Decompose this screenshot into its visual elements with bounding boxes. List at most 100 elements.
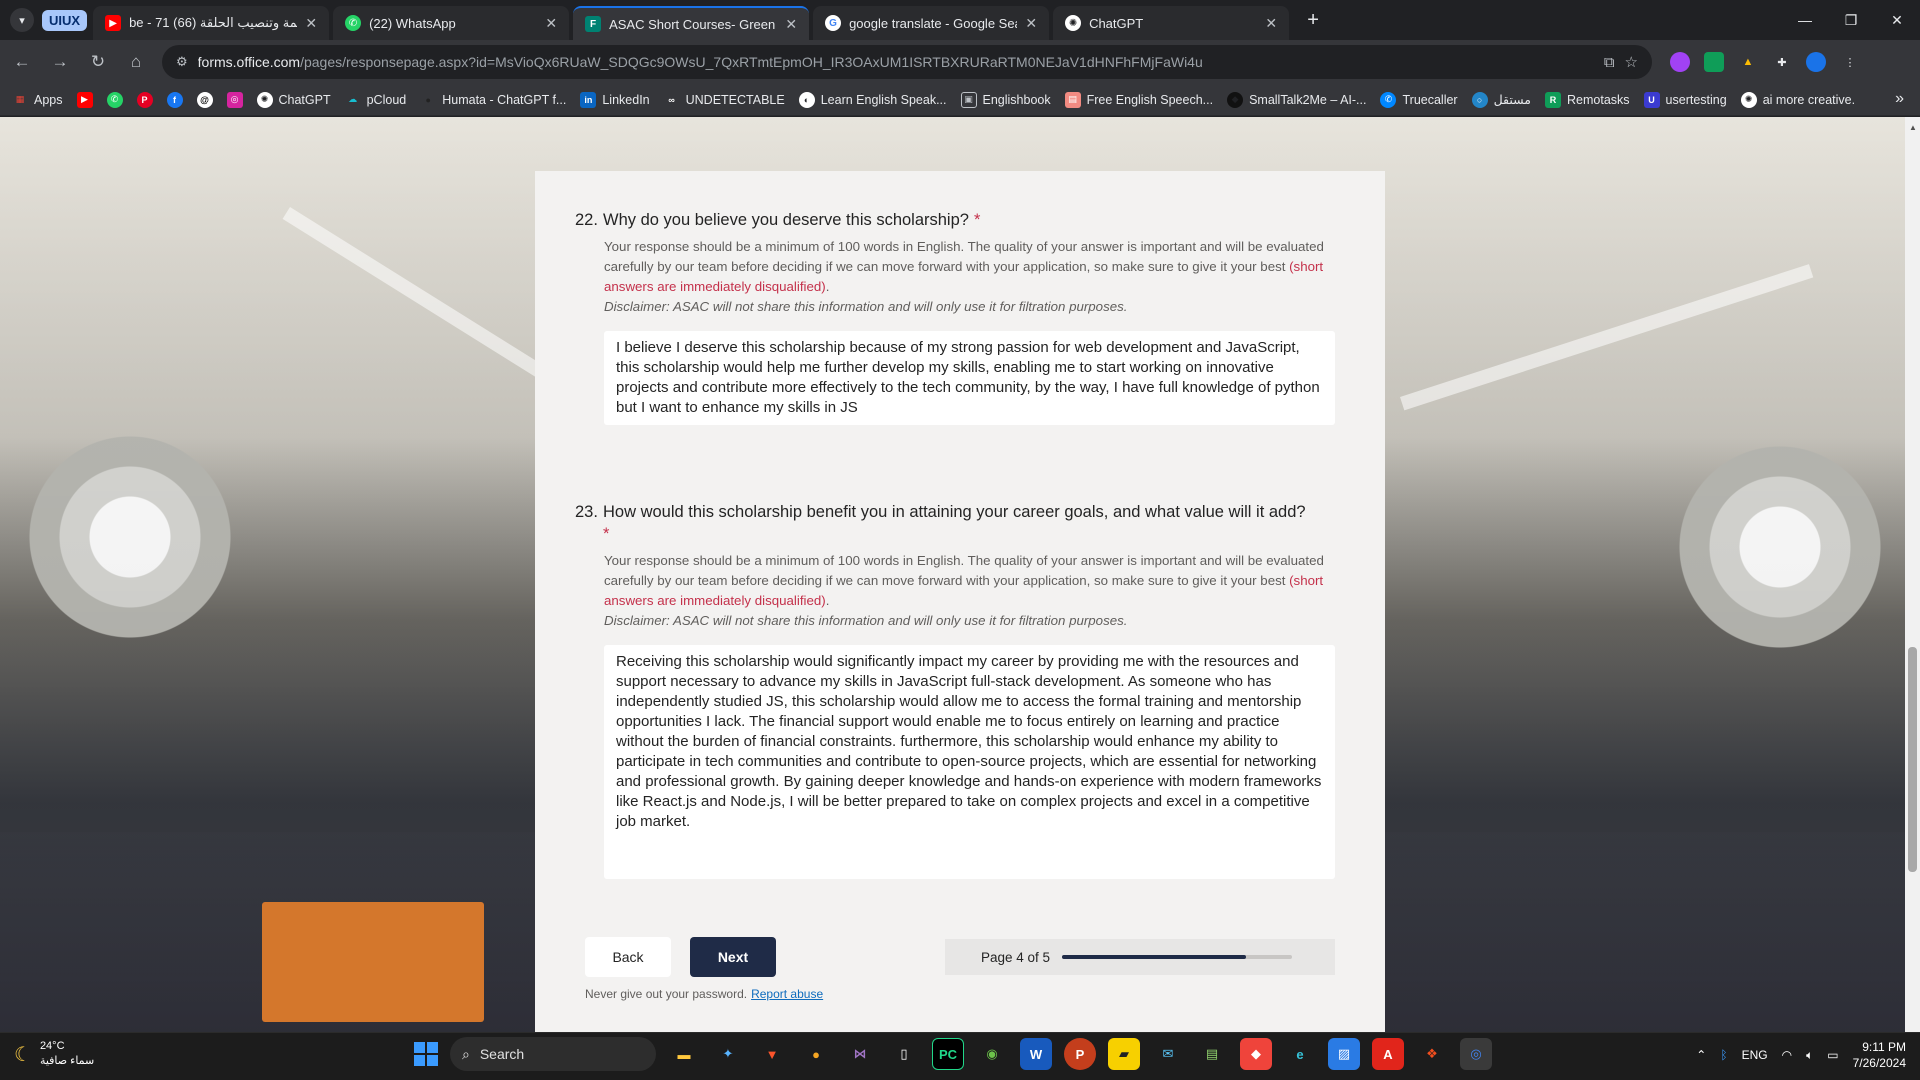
bookmark-pinterest[interactable]: P	[136, 91, 153, 108]
chevron-more-bookmarks-icon[interactable]: »	[1895, 90, 1904, 108]
extension-green-icon[interactable]	[1704, 52, 1724, 72]
bookmark-free-english-speech[interactable]: ▤ Free English Speech...	[1064, 91, 1213, 108]
bookmark-linkedin[interactable]: in LinkedIn	[580, 91, 650, 108]
profile-avatar-icon[interactable]	[1806, 52, 1826, 72]
taskbar-search[interactable]: ⌕ Search	[450, 1037, 656, 1071]
pycharm-icon[interactable]: PC	[932, 1038, 964, 1070]
url-input[interactable]: ⚙ forms.office.com/pages/responsepage.as…	[162, 45, 1652, 79]
scroll-up-icon[interactable]: ▲	[1909, 123, 1917, 132]
tab-title: ASAC Short Courses- Green Ski	[609, 16, 777, 32]
next-button[interactable]: Next	[690, 937, 776, 977]
acrobat-icon[interactable]: A	[1372, 1038, 1404, 1070]
bookmark-remotasks[interactable]: R Remotasks	[1545, 91, 1630, 108]
bookmark-ai-more-creative[interactable]: ✺ ai more creative.	[1740, 91, 1855, 108]
bookmark-apps[interactable]: ▦ Apps	[12, 92, 63, 108]
scrollbar-thumb[interactable]	[1908, 647, 1917, 872]
bookmark-instagram[interactable]: ◎	[226, 91, 243, 108]
bookmark-star-icon[interactable]: ☆	[1625, 53, 1638, 71]
page-scrollbar[interactable]: ▲	[1905, 117, 1920, 1032]
bookmark-usertesting[interactable]: Uusertesting	[1643, 91, 1727, 108]
copilot-icon[interactable]: ✦	[712, 1038, 744, 1070]
bookmark-undetectable[interactable]: ∞ UNDETECTABLE	[664, 92, 784, 108]
weather-temp: 24°C	[39, 1040, 65, 1052]
back-arrow-icon[interactable]: ←	[6, 46, 38, 78]
tab-asac-forms[interactable]: F ASAC Short Courses- Green Ski ✕	[573, 6, 810, 40]
bookmark-youtube[interactable]: ▶	[76, 91, 93, 108]
anydesk-icon[interactable]: ◆	[1240, 1038, 1272, 1070]
tab-search-button[interactable]: ▾	[10, 8, 34, 32]
browser-menu-icon[interactable]: ⋮	[1840, 52, 1860, 72]
bluetooth-icon[interactable]: ᛒ	[1720, 1048, 1727, 1062]
chevron-up-icon[interactable]: ⌃	[1696, 1048, 1706, 1062]
notepadpp-icon[interactable]: ▤	[1196, 1038, 1228, 1070]
tab-youtube[interactable]: ▶ be - 71 قسمة وتنصيب الحلقة (66) ✕	[93, 6, 330, 40]
close-icon[interactable]: ✕	[1265, 15, 1277, 32]
report-abuse-link[interactable]: Report abuse	[751, 987, 823, 1001]
answer-textarea-23[interactable]: Receiving this scholarship would signifi…	[604, 645, 1335, 879]
close-window-icon[interactable]: ✕	[1874, 0, 1920, 40]
tab-group-label[interactable]: UIUX	[42, 9, 88, 31]
pinterest-icon: P	[136, 91, 153, 108]
mail-icon[interactable]: ✉	[1152, 1038, 1184, 1070]
reload-icon[interactable]: ↻	[82, 46, 114, 78]
close-icon[interactable]: ✕	[305, 15, 317, 32]
bookmark-truecaller[interactable]: ✆ Truecaller	[1380, 91, 1458, 108]
visual-studio-icon[interactable]: ⋈	[844, 1038, 876, 1070]
bookmark-pcloud[interactable]: ☁ pCloud	[345, 92, 406, 108]
youtube-icon: ▶	[105, 15, 122, 31]
forward-arrow-icon[interactable]: →	[44, 46, 76, 78]
weather-widget[interactable]: ☾ 24°C سماء صافية	[14, 1039, 94, 1069]
restore-icon[interactable]: ❐	[1828, 0, 1874, 40]
install-app-icon[interactable]: ⧉	[1604, 54, 1615, 71]
answer-textarea-22[interactable]: I believe I deserve this scholarship bec…	[604, 331, 1335, 425]
page-indicator: Page 4 of 5	[981, 949, 1051, 965]
google-drive-icon[interactable]: ▲	[1738, 52, 1758, 72]
instagram-icon: ◎	[226, 91, 243, 108]
language-indicator[interactable]: ENG	[1742, 1048, 1768, 1062]
bookmark-mostaql[interactable]: ○ مستقل	[1471, 91, 1531, 108]
tab-whatsapp[interactable]: ✆ (22) WhatsApp ✕	[333, 6, 570, 40]
bookmark-chatgpt[interactable]: ✺ ChatGPT	[256, 91, 331, 108]
powerpoint-icon[interactable]: P	[1064, 1038, 1096, 1070]
bookmark-facebook[interactable]: f	[166, 91, 183, 108]
volume-icon[interactable]: 🔈︎	[1806, 1048, 1813, 1063]
notepad-icon[interactable]: ▯	[888, 1038, 920, 1070]
bookmark-smalltalk2me[interactable]: ◆ SmallTalk2Me – AI-...	[1227, 91, 1366, 108]
bookmark-englishbook[interactable]: ▣ Englishbook	[960, 91, 1051, 108]
site-info-icon[interactable]: ⚙	[176, 54, 188, 70]
brave-icon[interactable]: ▼	[756, 1038, 788, 1070]
extension-color-icon[interactable]	[1670, 52, 1690, 72]
word-icon[interactable]: W	[1020, 1038, 1052, 1070]
tab-google-translate[interactable]: G google translate - Google Sear ✕	[813, 6, 1050, 40]
battery-icon[interactable]: ▭	[1827, 1048, 1838, 1062]
progress-fill	[1062, 955, 1247, 959]
figma-icon[interactable]: ❖	[1416, 1038, 1448, 1070]
wifi-icon[interactable]: ◠	[1782, 1048, 1792, 1062]
close-icon[interactable]: ✕	[1025, 15, 1037, 32]
sticky-notes-icon[interactable]: ▰	[1108, 1038, 1140, 1070]
bookmark-threads[interactable]: @	[196, 91, 213, 108]
extensions-puzzle-icon[interactable]: ✚	[1772, 52, 1792, 72]
vpn-icon[interactable]: ●	[800, 1038, 832, 1070]
whatsapp-icon: ✆	[345, 15, 362, 31]
new-tab-button[interactable]: +	[1299, 6, 1327, 34]
tab-title: google translate - Google Sear	[849, 15, 1018, 31]
bookmark-whatsapp[interactable]: ✆	[106, 91, 123, 108]
photos-icon[interactable]: ▨	[1328, 1038, 1360, 1070]
back-button[interactable]: Back	[585, 937, 671, 977]
bookmark-humata[interactable]: ● Humata - ChatGPT f...	[420, 92, 567, 108]
bookmark-learn-english[interactable]: ◐ Learn English Speak...	[798, 91, 947, 108]
clock[interactable]: 9:11 PM 7/26/2024	[1853, 1039, 1906, 1071]
orange-banner-wall	[262, 902, 484, 1022]
usertesting-icon: U	[1643, 91, 1660, 108]
minimize-icon[interactable]: —	[1782, 0, 1828, 40]
home-icon[interactable]: ⌂	[120, 46, 152, 78]
chrome-icon[interactable]: ◎	[1460, 1038, 1492, 1070]
file-explorer-icon[interactable]: ▬	[668, 1038, 700, 1070]
close-icon[interactable]: ✕	[545, 15, 557, 32]
edge-icon[interactable]: e	[1284, 1038, 1316, 1070]
close-icon[interactable]: ✕	[785, 16, 797, 33]
tab-chatgpt[interactable]: ✺ ChatGPT ✕	[1053, 6, 1290, 40]
windows-start-icon[interactable]	[414, 1042, 438, 1066]
git-icon[interactable]: ◉	[976, 1038, 1008, 1070]
